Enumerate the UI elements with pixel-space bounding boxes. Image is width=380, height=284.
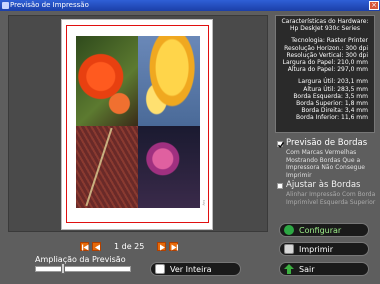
zoom-label: Ampliação da Previsão xyxy=(35,255,126,264)
configure-label: Configurar xyxy=(299,225,342,235)
horizontal-resolution: Resolução Horizon.: 300 dpi xyxy=(284,44,368,52)
border-right: Borda Direita: 3,4 mm xyxy=(301,107,368,115)
fit-borders-description: Alinhar Impressão Com Borda Imprimível E… xyxy=(286,191,376,206)
preview-borders-option[interactable]: Previsão de Bordas Com Marcas Vermelhas … xyxy=(277,138,377,179)
printer-icon xyxy=(284,244,294,254)
hardware-info-title: Características do Hardware: xyxy=(281,18,369,25)
exit-label: Sair xyxy=(299,264,315,274)
page-indicator: 1 de 25 xyxy=(114,241,145,251)
zoom-slider-thumb[interactable] xyxy=(60,263,65,274)
configure-icon xyxy=(284,225,294,235)
printable-border-marker xyxy=(66,25,209,223)
exit-button[interactable]: Sair xyxy=(279,262,369,276)
zoom-slider[interactable] xyxy=(35,266,131,272)
paper-height: Altura do Papel: 297,0 mm xyxy=(287,66,368,74)
previous-page-icon[interactable] xyxy=(92,241,101,251)
exit-arrow-icon xyxy=(284,264,294,274)
app-icon xyxy=(2,2,9,9)
next-page-icon[interactable] xyxy=(157,241,167,251)
border-top: Borda Superior: 1,8 mm xyxy=(296,100,368,108)
page-corner-text: bdy xyxy=(202,200,206,206)
view-full-button[interactable]: Ver Inteira xyxy=(150,262,241,276)
preview-borders-label: Previsão de Bordas xyxy=(286,138,368,148)
usable-height: Altura Útil: 283,5 mm xyxy=(303,85,368,93)
last-page-icon[interactable] xyxy=(169,241,179,251)
page-view-icon xyxy=(155,264,165,274)
fit-borders-label: Ajustar às Bordas xyxy=(286,180,361,190)
title-bar: Previsão de Impressão × xyxy=(0,0,380,11)
vertical-resolution: Resolução Vertical: 300 dpi xyxy=(286,51,368,59)
preview-borders-checkbox[interactable] xyxy=(277,141,285,149)
print-preview-window: Previsão de Impressão × bdy 1 de 25 Ampl… xyxy=(0,0,380,284)
usable-width: Largura Útil: 203,1 mm xyxy=(298,78,368,86)
view-full-label: Ver Inteira xyxy=(170,264,212,274)
configure-button[interactable]: Configurar xyxy=(279,223,369,237)
page-navigation: 1 de 25 xyxy=(80,240,179,252)
border-bottom: Borda Inferior: 11,6 mm xyxy=(296,114,368,122)
print-button[interactable]: Imprimir xyxy=(279,242,369,256)
technology-info: Tecnologia: Raster Printer xyxy=(291,37,368,45)
paper-width: Largura do Papel: 210,0 mm xyxy=(282,59,368,67)
first-page-icon[interactable] xyxy=(80,241,89,251)
close-button[interactable]: × xyxy=(369,1,379,10)
fit-borders-checkbox[interactable] xyxy=(277,183,283,189)
fit-borders-option[interactable]: Ajustar às Bordas Alinhar Impressão Com … xyxy=(277,180,377,216)
hardware-info-panel: Características do Hardware: Hp DeskJet … xyxy=(275,15,375,133)
window-title: Previsão de Impressão xyxy=(10,1,89,9)
printer-name: Hp DeskJet 930c Series xyxy=(290,25,360,33)
preview-borders-description: Com Marcas Vermelhas Mostrando Bordas Qu… xyxy=(286,149,365,179)
border-left: Borda Esquerda: 3,5 mm xyxy=(293,92,368,100)
print-label: Imprimir xyxy=(299,244,334,254)
